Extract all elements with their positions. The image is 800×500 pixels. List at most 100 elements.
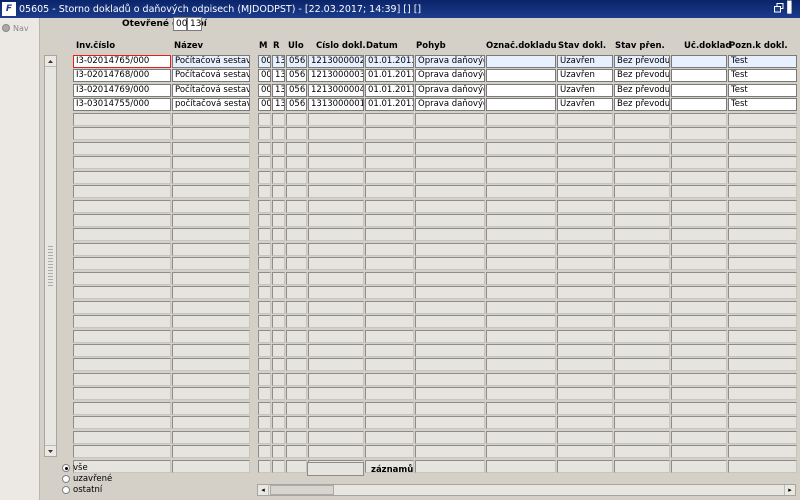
cell-r[interactable] [272, 387, 285, 400]
cell-pozn-k-dokl[interactable] [728, 460, 797, 473]
filter-option-closed[interactable]: uzavřené [62, 474, 112, 484]
cell-oznac-dokladu[interactable] [486, 330, 556, 343]
cell-datum[interactable] [365, 200, 414, 213]
cell-ulo[interactable] [286, 344, 307, 357]
cell-m[interactable] [258, 272, 271, 285]
cell-stav-dokl[interactable]: Uzavřen [557, 98, 613, 111]
cell-stav-dokl[interactable] [557, 387, 613, 400]
cell-ulo[interactable] [286, 416, 307, 429]
cell-inv-cislo[interactable] [73, 373, 171, 386]
cell-m[interactable] [258, 113, 271, 126]
cell-uc-doklad[interactable] [671, 387, 727, 400]
cell-ulo[interactable]: 056 [286, 98, 307, 111]
cell-datum[interactable]: 01.01.2013 [365, 98, 414, 111]
cell-stav-pren[interactable] [614, 185, 670, 198]
cell-r[interactable] [272, 416, 285, 429]
cell-ulo[interactable] [286, 142, 307, 155]
cell-pozn-k-dokl[interactable]: Test [728, 98, 797, 111]
table-row[interactable]: I3-02014768/000 Počítačová sestava 00 13 056… [73, 69, 800, 83]
cell-ulo[interactable] [286, 387, 307, 400]
cell-r[interactable] [272, 330, 285, 343]
cell-datum[interactable] [365, 387, 414, 400]
cell-r[interactable] [272, 214, 285, 227]
filter-option-all[interactable]: vše [62, 463, 88, 473]
table-row[interactable] [73, 344, 800, 358]
cell-ulo[interactable] [286, 460, 307, 473]
cell-oznac-dokladu[interactable] [486, 344, 556, 357]
cell-stav-dokl[interactable] [557, 445, 613, 458]
cell-cislo-dokl[interactable] [308, 200, 364, 213]
table-row[interactable] [73, 113, 800, 127]
cell-cislo-dokl[interactable] [308, 214, 364, 227]
cell-r[interactable] [272, 344, 285, 357]
cell-r[interactable] [272, 243, 285, 256]
cell-pohyb[interactable] [415, 460, 485, 473]
cell-m[interactable]: 00 [258, 98, 271, 111]
cell-m[interactable] [258, 243, 271, 256]
cell-inv-cislo[interactable] [73, 228, 171, 241]
table-row[interactable] [73, 358, 800, 372]
cell-stav-dokl[interactable] [557, 185, 613, 198]
cell-nazev[interactable] [172, 315, 250, 328]
cell-oznac-dokladu[interactable] [486, 200, 556, 213]
cell-pozn-k-dokl[interactable] [728, 445, 797, 458]
table-row[interactable] [73, 156, 800, 170]
cell-inv-cislo[interactable] [73, 214, 171, 227]
cell-oznac-dokladu[interactable] [486, 286, 556, 299]
table-row[interactable]: I3-02014769/000 Počítačová sestava 00 13 056… [73, 84, 800, 98]
table-row[interactable] [73, 460, 800, 474]
cell-m[interactable] [258, 228, 271, 241]
cell-oznac-dokladu[interactable] [486, 214, 556, 227]
cell-datum[interactable] [365, 301, 414, 314]
cell-cislo-dokl[interactable] [308, 387, 364, 400]
cell-cislo-dokl[interactable] [308, 272, 364, 285]
nav-button[interactable]: Nav [2, 22, 29, 34]
table-row[interactable] [73, 315, 800, 329]
cell-pohyb[interactable] [415, 330, 485, 343]
cell-cislo-dokl[interactable] [308, 358, 364, 371]
cell-uc-doklad[interactable] [671, 185, 727, 198]
cell-stav-pren[interactable] [614, 344, 670, 357]
cell-uc-doklad[interactable] [671, 286, 727, 299]
cell-r[interactable]: 13 [272, 98, 285, 111]
cell-cislo-dokl[interactable] [308, 257, 364, 270]
cell-m[interactable] [258, 171, 271, 184]
cell-nazev[interactable] [172, 113, 250, 126]
cell-ulo[interactable]: 056 [286, 69, 307, 82]
cell-oznac-dokladu[interactable] [486, 445, 556, 458]
cell-nazev[interactable] [172, 431, 250, 444]
cell-stav-pren[interactable] [614, 200, 670, 213]
cell-uc-doklad[interactable] [671, 228, 727, 241]
restore-window-icon[interactable] [774, 3, 784, 13]
cell-pohyb[interactable] [415, 416, 485, 429]
table-row[interactable] [73, 272, 800, 286]
cell-inv-cislo[interactable] [73, 113, 171, 126]
cell-cislo-dokl[interactable] [308, 373, 364, 386]
cell-cislo-dokl[interactable] [308, 344, 364, 357]
cell-stav-pren[interactable] [614, 402, 670, 415]
cell-oznac-dokladu[interactable] [486, 257, 556, 270]
cell-oznac-dokladu[interactable] [486, 113, 556, 126]
cell-ulo[interactable] [286, 445, 307, 458]
cell-m[interactable] [258, 142, 271, 155]
cell-stav-dokl[interactable] [557, 286, 613, 299]
cell-nazev[interactable] [172, 228, 250, 241]
cell-stav-dokl[interactable]: Uzavřen [557, 69, 613, 82]
cell-inv-cislo[interactable] [73, 358, 171, 371]
cell-pozn-k-dokl[interactable] [728, 156, 797, 169]
cell-oznac-dokladu[interactable] [486, 402, 556, 415]
cell-r[interactable] [272, 156, 285, 169]
cell-ulo[interactable] [286, 113, 307, 126]
cell-datum[interactable] [365, 228, 414, 241]
cell-nazev[interactable] [172, 185, 250, 198]
cell-ulo[interactable]: 056 [286, 84, 307, 97]
period-year-field[interactable]: 13 [187, 17, 202, 31]
cell-pozn-k-dokl[interactable] [728, 214, 797, 227]
cell-uc-doklad[interactable] [671, 416, 727, 429]
filter-option-other[interactable]: ostatní [62, 485, 102, 495]
cell-pozn-k-dokl[interactable] [728, 127, 797, 140]
cell-pohyb[interactable] [415, 113, 485, 126]
cell-ulo[interactable] [286, 243, 307, 256]
cell-pohyb[interactable] [415, 315, 485, 328]
cell-pozn-k-dokl[interactable]: Test [728, 55, 797, 68]
